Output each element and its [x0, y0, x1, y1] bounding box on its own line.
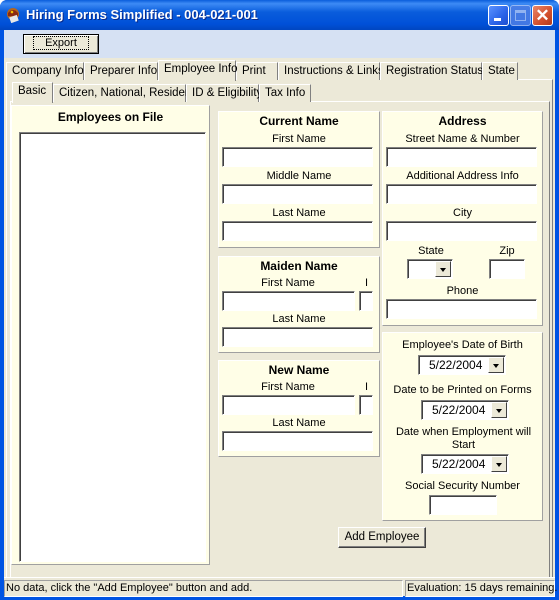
ssn-label: Social Security Number [405, 480, 520, 492]
current-last-name-label: Last Name [272, 207, 326, 219]
new-first-name-input[interactable] [222, 395, 355, 415]
street-label: Street Name & Number [405, 133, 520, 145]
zip-label: Zip [499, 245, 515, 257]
tab-employee-info[interactable]: Employee Info [158, 60, 238, 81]
current-name-panel: Current Name First Name Middle Name Last… [218, 111, 380, 248]
tab-state[interactable]: State [482, 62, 518, 80]
print-date-label: Date to be Printed on Forms [393, 384, 532, 396]
tab-id-eligibility[interactable]: ID & Eligibility [186, 84, 262, 102]
status-message: No data, click the "Add Employee" button… [4, 580, 403, 597]
new-last-name-input[interactable] [222, 431, 373, 451]
ssn-input[interactable] [429, 495, 497, 515]
status-bar: No data, click the "Add Employee" button… [4, 577, 557, 597]
tab-tax-info[interactable]: Tax Info [259, 84, 311, 102]
evaluation-status: Evaluation: 15 days remaining. [405, 580, 557, 597]
new-initial-label: I [364, 381, 369, 393]
tab-basic[interactable]: Basic [12, 82, 53, 103]
employees-list[interactable] [19, 132, 206, 562]
employees-panel-title: Employees on File [57, 110, 164, 124]
city-label: City [453, 207, 472, 219]
dob-value: 5/22/2004 [429, 358, 483, 372]
export-button[interactable]: Export [23, 34, 99, 54]
state-select[interactable] [407, 259, 453, 279]
dob-dropdown-button[interactable] [488, 357, 504, 373]
tab-instructions-links[interactable]: Instructions & Links [278, 62, 384, 80]
new-name-panel: New Name First Name I Last Name [218, 360, 380, 457]
dob-date-picker[interactable]: 5/22/2004 [418, 355, 506, 375]
chevron-down-icon [440, 268, 446, 272]
state-dropdown-button[interactable] [435, 261, 451, 277]
maximize-button [510, 5, 531, 26]
maiden-initial-label: I [364, 277, 369, 289]
toolbar: Export [4, 30, 555, 58]
additional-address-input[interactable] [386, 184, 537, 204]
city-input[interactable] [386, 221, 537, 241]
maiden-initial-input[interactable] [359, 291, 373, 311]
current-first-name-input[interactable] [222, 147, 373, 167]
close-button[interactable]: ✕ [532, 5, 553, 26]
address-panel: Address Street Name & Number Additional … [382, 111, 543, 326]
state-label: State [418, 245, 444, 257]
start-date-value: 5/22/2004 [432, 457, 486, 471]
new-first-name-label: First Name [261, 381, 315, 393]
employees-panel: Employees on File [11, 105, 210, 565]
chevron-down-icon [493, 364, 499, 368]
new-last-name-label: Last Name [272, 417, 326, 429]
new-initial-input[interactable] [359, 395, 373, 415]
minimize-icon [494, 18, 501, 21]
maiden-name-title: Maiden Name [260, 259, 338, 273]
current-last-name-input[interactable] [222, 221, 373, 241]
tab-citizen-national-resident[interactable]: Citizen, National, Resident [53, 84, 195, 102]
minimize-button[interactable] [488, 5, 509, 26]
dob-label: Employee's Date of Birth [402, 339, 523, 351]
phone-label: Phone [446, 285, 479, 297]
app-window: Hiring Forms Simplified - 004-021-001 ✕ … [0, 0, 559, 600]
print-date-value: 5/22/2004 [432, 403, 486, 417]
print-date-dropdown-button[interactable] [491, 402, 507, 418]
window-title: Hiring Forms Simplified - 004-021-001 [26, 7, 258, 22]
maiden-last-name-input[interactable] [222, 327, 373, 347]
current-first-name-label: First Name [272, 133, 326, 145]
chevron-down-icon [496, 409, 502, 413]
dates-panel: Employee's Date of Birth 5/22/2004 Date … [382, 332, 543, 521]
add-employee-button[interactable]: Add Employee [338, 527, 426, 548]
tab-company-info[interactable]: Company Info [6, 62, 84, 80]
start-date-picker[interactable]: 5/22/2004 [421, 454, 509, 474]
start-date-dropdown-button[interactable] [491, 456, 507, 472]
phone-input[interactable] [386, 299, 537, 319]
new-name-title: New Name [268, 363, 330, 377]
title-bar[interactable]: Hiring Forms Simplified - 004-021-001 ✕ [0, 0, 559, 30]
tab-registration-status[interactable]: Registration Status [380, 62, 483, 80]
print-date-picker[interactable]: 5/22/2004 [421, 400, 509, 420]
maiden-first-name-label: First Name [261, 277, 315, 289]
client-area: Export Company Info Preparer Info Employ… [4, 30, 557, 597]
current-middle-name-label: Middle Name [266, 170, 332, 182]
maiden-last-name-label: Last Name [272, 313, 326, 325]
current-middle-name-input[interactable] [222, 184, 373, 204]
chevron-down-icon [496, 463, 502, 467]
current-name-title: Current Name [259, 114, 339, 128]
tab-preparer-info[interactable]: Preparer Info [84, 62, 158, 80]
street-input[interactable] [386, 147, 537, 167]
export-label: Export [33, 36, 89, 50]
maiden-first-name-input[interactable] [222, 291, 355, 311]
close-icon: ✕ [535, 6, 550, 25]
zip-input[interactable] [489, 259, 525, 279]
app-helmet-icon [7, 8, 19, 24]
tab-print[interactable]: Print [236, 62, 278, 80]
maiden-name-panel: Maiden Name First Name I Last Name [218, 256, 380, 353]
maximize-icon [515, 10, 526, 21]
address-title: Address [438, 114, 487, 128]
start-date-label: Date when Employment will Start [395, 426, 532, 451]
additional-address-label: Additional Address Info [406, 170, 519, 182]
